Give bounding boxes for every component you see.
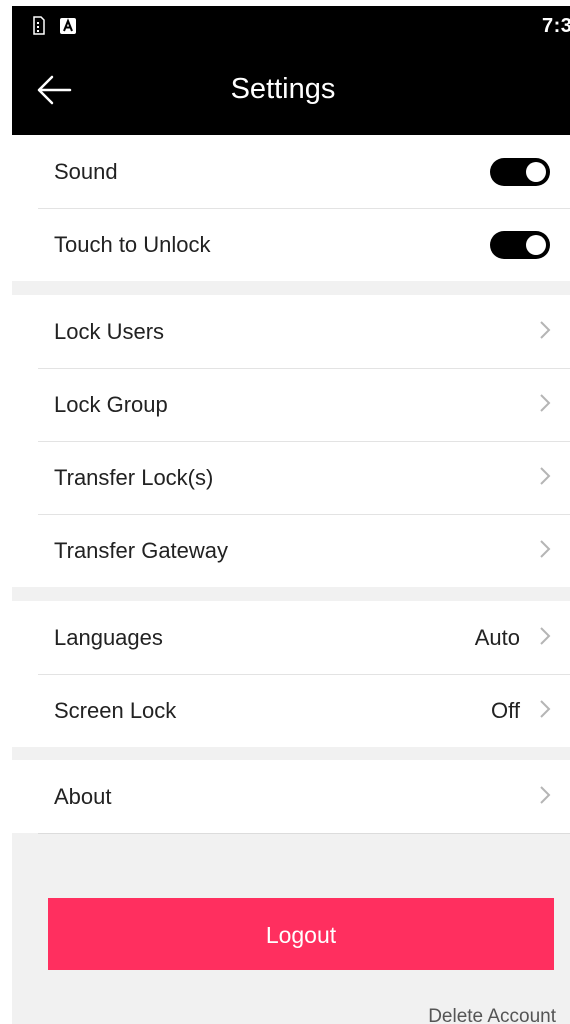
about-section: About — [12, 760, 570, 833]
screen-lock-label: Screen Lock — [54, 698, 177, 723]
status-bar: 7:39 — [12, 6, 570, 46]
about-label: About — [54, 784, 112, 809]
about-row[interactable]: About — [12, 760, 570, 833]
app-bar: Settings — [12, 46, 570, 135]
toggle-section: Sound Touch to Unlock — [12, 135, 570, 281]
sound-toggle[interactable] — [490, 158, 550, 186]
delete-account-link[interactable]: Delete Account — [428, 1006, 556, 1024]
languages-row[interactable]: Languages Auto — [12, 601, 570, 674]
sound-row: Sound — [12, 135, 570, 208]
chevron-right-icon — [540, 321, 551, 339]
chevron-right-icon — [540, 700, 551, 718]
page-title: Settings — [230, 73, 336, 105]
screen-lock-value: Off — [491, 698, 520, 723]
divider — [38, 833, 570, 834]
lock-group-label: Lock Group — [54, 392, 168, 417]
touch-to-unlock-label: Touch to Unlock — [54, 232, 211, 257]
transfer-gateway-label: Transfer Gateway — [54, 538, 229, 563]
settings-screen: 7:39 Settings Sound Touch to Unlock Lock… — [12, 6, 570, 1024]
logout-button[interactable]: Logout — [48, 898, 554, 970]
screen-lock-row[interactable]: Screen Lock Off — [12, 674, 570, 747]
chevron-right-icon — [540, 786, 551, 804]
languages-label: Languages — [54, 625, 163, 650]
toggle-knob — [526, 235, 546, 255]
chevron-right-icon — [540, 540, 551, 558]
a-notification-icon — [60, 18, 76, 34]
chevron-right-icon — [540, 467, 551, 485]
lock-users-label: Lock Users — [54, 319, 165, 344]
sound-label: Sound — [54, 159, 118, 184]
transfer-locks-row[interactable]: Transfer Lock(s) — [12, 441, 570, 514]
sim-card-icon — [33, 16, 45, 35]
chevron-right-icon — [540, 627, 551, 645]
status-time: 7:39 — [541, 15, 570, 37]
lock-users-row[interactable]: Lock Users — [12, 295, 570, 368]
transfer-gateway-row[interactable]: Transfer Gateway — [12, 514, 570, 587]
lock-section: Lock Users Lock Group Transfer Lock(s) T… — [12, 295, 570, 587]
languages-value: Auto — [474, 625, 520, 650]
lock-group-row[interactable]: Lock Group — [12, 368, 570, 441]
transfer-locks-label: Transfer Lock(s) — [54, 465, 214, 490]
touch-to-unlock-row: Touch to Unlock — [12, 208, 570, 281]
touch-to-unlock-toggle[interactable] — [490, 231, 550, 259]
preferences-section: Languages Auto Screen Lock Off — [12, 601, 570, 747]
chevron-right-icon — [540, 394, 551, 412]
toggle-knob — [526, 162, 546, 182]
